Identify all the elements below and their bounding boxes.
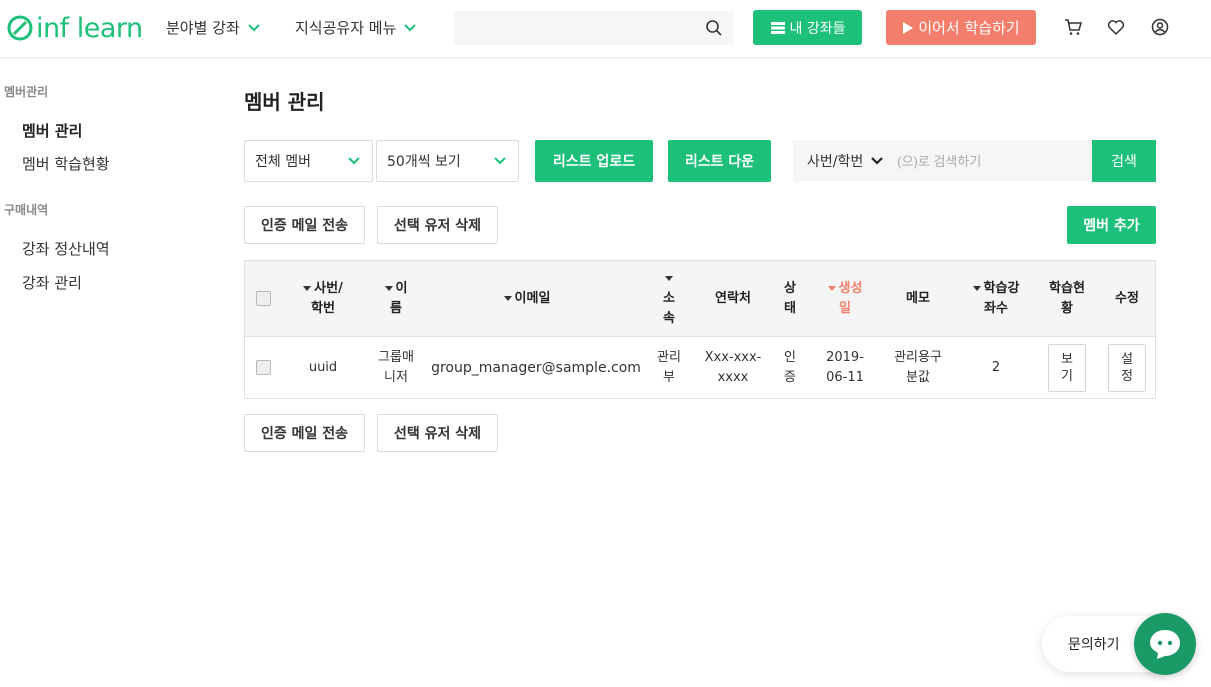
- continue-learning-button[interactable]: 이어서 학습하기: [886, 10, 1036, 45]
- page-size-select[interactable]: 50개씩 보기: [376, 140, 519, 182]
- chat-open-button[interactable]: [1134, 613, 1196, 675]
- delete-selected-button-bottom[interactable]: 선택 유저 삭제: [377, 414, 498, 452]
- cell-id: uuid: [308, 359, 338, 375]
- list-download-button[interactable]: 리스트 다운: [668, 140, 771, 182]
- delete-selected-button[interactable]: 선택 유저 삭제: [377, 206, 498, 244]
- header-cell-contact: 연락처: [715, 290, 751, 306]
- sidebar-item-settlement[interactable]: 강좌 정산내역: [22, 238, 110, 259]
- page-size-value: 50개씩 보기: [387, 154, 461, 170]
- header-search-input[interactable]: [454, 11, 694, 45]
- user-profile-icon[interactable]: [1151, 18, 1169, 36]
- heart-icon[interactable]: [1107, 18, 1125, 36]
- logo-text: inf learn: [36, 12, 143, 44]
- search-field-value: 사번/학번: [807, 154, 864, 170]
- header-cell-select: [245, 261, 281, 336]
- sort-down-icon: [303, 285, 312, 291]
- cell-email: group_manager@sample.com: [431, 359, 641, 376]
- courses-stack-icon: [770, 21, 785, 34]
- member-search-input[interactable]: [897, 153, 1068, 169]
- member-settings-button[interactable]: 설정: [1108, 343, 1146, 392]
- continue-learning-label: 이어서 학습하기: [918, 19, 1020, 37]
- cell-contact: Xxx-xxx-xxxx: [704, 349, 762, 385]
- row-select-cell: [245, 337, 281, 398]
- nav-category-courses[interactable]: 분야별 강좌: [166, 17, 260, 38]
- nav-instructor-menu[interactable]: 지식공유자 메뉴: [295, 17, 417, 38]
- inquiry-label: 문의하기: [1068, 637, 1120, 653]
- view-progress-button[interactable]: 보기: [1048, 343, 1086, 392]
- select-all-checkbox[interactable]: [255, 291, 271, 306]
- send-auth-mail-button-bottom[interactable]: 인증 메일 전송: [244, 414, 365, 452]
- leaf-icon: [7, 15, 33, 41]
- my-courses-button[interactable]: 내 강좌들: [753, 10, 862, 45]
- cart-icon[interactable]: [1064, 18, 1082, 36]
- table-row: uuid 그룹매 니저 group_manager@sample.com 관리 부 …: [245, 337, 1155, 398]
- member-search: 사번/학번: [793, 140, 1092, 182]
- chevron-down-icon: [348, 157, 360, 165]
- cell-created: 2019- 06-11: [826, 349, 864, 385]
- header-cell-course-count[interactable]: 학습강 좌수: [961, 261, 1031, 336]
- chevron-down-icon: [404, 23, 417, 31]
- member-filter-select[interactable]: 전체 멤버: [244, 140, 373, 182]
- chevron-down-icon: [248, 23, 260, 31]
- list-upload-button[interactable]: 리스트 업로드: [535, 140, 653, 182]
- sort-down-icon: [384, 285, 393, 291]
- header-cell-status: 상태: [784, 280, 796, 316]
- search-button[interactable]: 검색: [1092, 140, 1156, 182]
- search-field-select[interactable]: 사번/학번: [793, 151, 884, 171]
- chevron-down-icon: [871, 157, 884, 165]
- sidebar-group-purchase: 구매내역: [4, 203, 49, 217]
- inflearn-logo[interactable]: inf learn: [6, 10, 143, 46]
- table-header: 사번/학번 이름 이메일 소속 연락처 상태 생성 일 메모 학습강 좌수 학습현 황…: [245, 261, 1155, 337]
- member-table: 사번/학번 이름 이메일 소속 연락처 상태 생성 일 메모 학습강 좌수 학습현 황…: [244, 260, 1156, 399]
- page-title: 멤버 관리: [244, 90, 325, 114]
- header-cell-created[interactable]: 생성 일: [815, 261, 875, 336]
- header-cell-memo: 메모: [906, 290, 930, 306]
- cell-name: 그룹매 니저: [378, 349, 414, 385]
- header-cell-id[interactable]: 사번/학번: [281, 261, 365, 336]
- nav-instructor-label: 지식공유자 메뉴: [295, 19, 397, 37]
- cell-memo: 관리용구 분값: [894, 349, 942, 385]
- header-cell-email[interactable]: 이메일: [427, 261, 627, 336]
- header-cell-progress: 학습현 황: [1049, 280, 1085, 316]
- chevron-down-icon: [494, 157, 506, 165]
- header-cell-affiliation[interactable]: 소속: [645, 261, 693, 336]
- cell-affiliation: 관리 부: [657, 349, 681, 385]
- header-cell-name[interactable]: 이름: [365, 261, 427, 336]
- sidebar-item-course-manage[interactable]: 강좌 관리: [22, 272, 82, 293]
- send-auth-mail-button[interactable]: 인증 메일 전송: [244, 206, 365, 244]
- search-icon[interactable]: [705, 19, 723, 37]
- play-icon: [903, 21, 914, 34]
- sort-down-icon: [665, 275, 673, 281]
- my-courses-label: 내 강좌들: [789, 20, 846, 37]
- sort-down-icon: [503, 295, 512, 301]
- cell-progress: 보기: [1039, 337, 1095, 398]
- sort-down-icon: [827, 285, 836, 291]
- header-search: [454, 11, 733, 45]
- add-member-button[interactable]: 멤버 추가: [1067, 206, 1156, 244]
- sidebar-item-member-progress[interactable]: 멤버 학습현황: [22, 153, 110, 174]
- chat-bubble-icon: [1150, 630, 1180, 659]
- top-header: inf learn 분야별 강좌 지식공유자 메뉴 내 강좌들 이어서 학습하기: [0, 0, 1211, 58]
- cell-course-count: 2: [991, 359, 1001, 375]
- sidebar-item-member-manage[interactable]: 멤버 관리: [22, 120, 82, 141]
- sidebar-group-member: 멤버관리: [4, 85, 49, 99]
- sort-down-icon: [972, 285, 981, 291]
- cell-status: 인증: [784, 349, 796, 385]
- row-checkbox[interactable]: [255, 360, 271, 375]
- cell-edit: 설정: [1101, 337, 1153, 398]
- header-cell-edit: 수정: [1115, 290, 1139, 306]
- member-filter-value: 전체 멤버: [255, 154, 311, 170]
- nav-category-label: 분야별 강좌: [166, 19, 240, 37]
